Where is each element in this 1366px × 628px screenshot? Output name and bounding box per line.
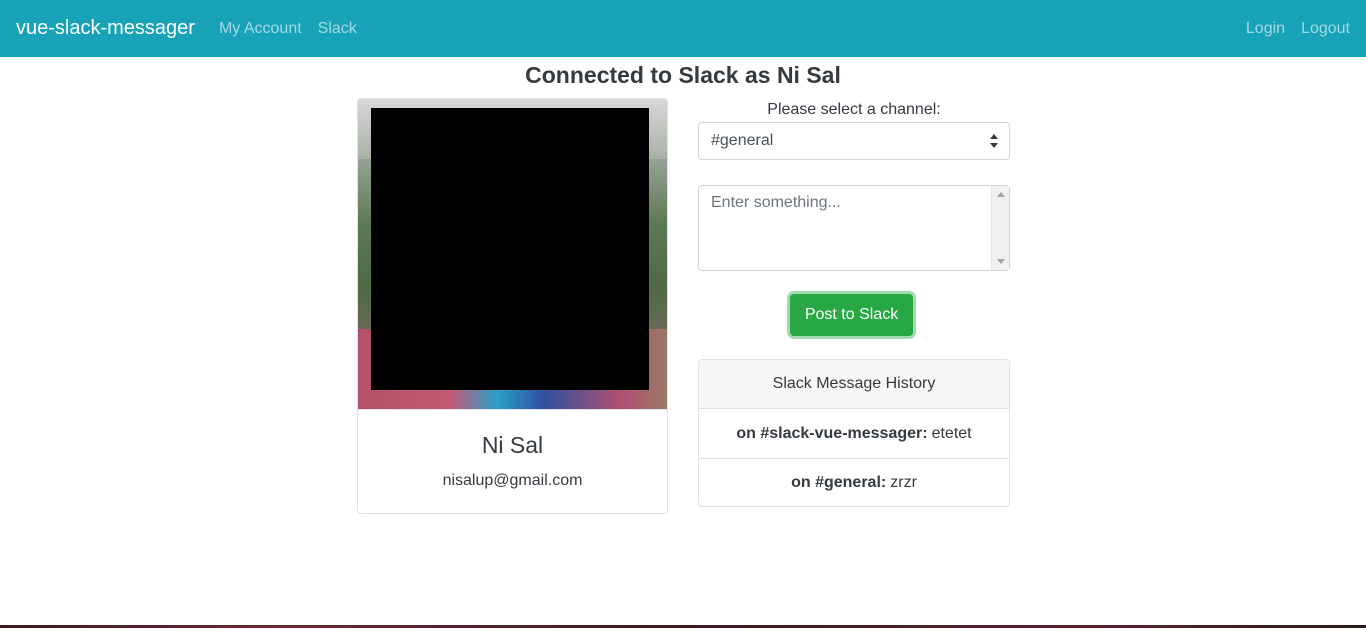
- nav-slack[interactable]: Slack: [318, 20, 357, 38]
- nav-logout[interactable]: Logout: [1301, 20, 1350, 38]
- message-input-scrollbar[interactable]: [991, 186, 1009, 270]
- navbar: vue-slack-messager My Account Slack Logi…: [0, 0, 1366, 57]
- page-title: Connected to Slack as Ni Sal: [525, 62, 841, 88]
- message-history-header: Slack Message History: [699, 360, 1009, 409]
- profile-card: Ni Sal nisalup@gmail.com: [357, 98, 668, 514]
- nav-my-account[interactable]: My Account: [219, 20, 302, 38]
- post-to-slack-button[interactable]: Post to Slack: [790, 294, 913, 336]
- history-item: on #general: zrzr: [699, 458, 1009, 506]
- profile-email: nisalup@gmail.com: [442, 472, 583, 489]
- profile-name: Ni Sal: [481, 432, 544, 458]
- channel-select-label: Please select a channel:: [767, 101, 941, 118]
- select-arrows-icon: [989, 134, 999, 148]
- history-item-text: zrzr: [890, 474, 917, 491]
- message-input[interactable]: [698, 185, 1010, 271]
- history-item-channel: on #slack-vue-messager:: [736, 424, 928, 442]
- channel-select-value: #general: [711, 132, 774, 149]
- history-item-channel: on #general:: [791, 474, 887, 491]
- history-item-text: etetet: [931, 424, 972, 442]
- brand-link[interactable]: vue-slack-messager: [16, 17, 195, 40]
- scroll-down-icon[interactable]: [997, 259, 1005, 264]
- nav-login[interactable]: Login: [1246, 20, 1285, 38]
- nav-right: Login Logout: [1230, 20, 1350, 38]
- photo-redaction-block: [371, 108, 649, 390]
- scroll-up-icon[interactable]: [997, 192, 1005, 197]
- message-history: Slack Message History on #slack-vue-mess…: [698, 359, 1010, 507]
- profile-card-body: Ni Sal nisalup@gmail.com: [358, 409, 667, 513]
- channel-select[interactable]: #general: [698, 122, 1010, 160]
- profile-photo: [358, 99, 667, 409]
- history-item: on #slack-vue-messager: etetet: [699, 409, 1009, 458]
